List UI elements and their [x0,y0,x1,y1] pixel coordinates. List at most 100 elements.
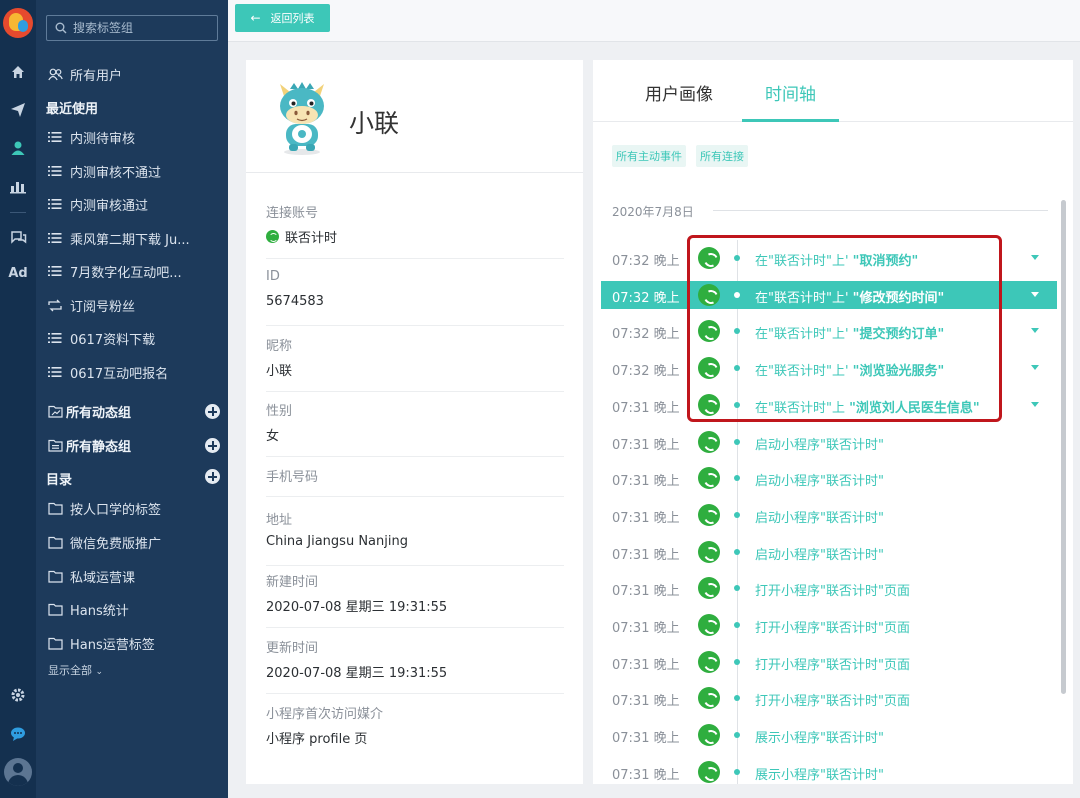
event-text: 启动小程序"联否计时" [755,544,884,563]
sidebar-item-all-users[interactable]: 所有用户 [46,63,222,85]
sidebar-item-recent[interactable]: 乘风第二期下载 Ju... [46,227,222,249]
timeline-row[interactable]: 07:31 晚上 展示小程序"联否计时" [601,721,1057,749]
miniprogram-icon [266,230,279,243]
timeline-row[interactable]: 07:31 晚上 在"联否计时"上 "浏览刘人民医生信息" [601,391,1057,419]
search-box[interactable] [46,15,218,41]
miniprogram-icon [698,247,720,269]
timeline-row[interactable]: 07:32 晚上 在"联否计时"上' "提交预约订单" [601,317,1057,345]
home-icon[interactable] [0,58,36,86]
timeline-row[interactable]: 07:32 晚上 在"联否计时"上' "取消预约" [601,244,1057,272]
sidebar-item-label: 0617互动吧报名 [70,366,169,382]
field-created-time: 新建时间 2020-07-08 星期三 19:31:55 [266,562,564,628]
sidebar-item-recent[interactable]: 内测待审核 [46,126,222,148]
event-time: 07:32 晚上 [612,327,680,343]
scrollbar[interactable] [1061,200,1066,694]
event-time: 07:31 晚上 [612,657,680,673]
show-all-link[interactable]: 显示全部 ⌄ [48,662,103,678]
event-prefix: 打开小程序"联否计时"页面 [755,657,910,673]
profile-header: 小联 [246,60,583,173]
sidebar-folder[interactable]: 微信免费版推广 [46,531,222,553]
sidebar-group-label: 所有动态组 [66,405,132,421]
sidebar-item-recent[interactable]: 7月数字化互动吧... [46,260,222,282]
recent-header-label: 最近使用 [46,101,99,117]
event-action: "浏览验光服务" [852,364,945,380]
expand-caret-icon[interactable] [1031,255,1039,260]
show-all-label: 显示全部 [48,664,92,677]
timeline-row[interactable]: 07:31 晚上 打开小程序"联否计时"页面 [601,684,1057,712]
timeline-dot [734,548,740,555]
field-updated-time: 更新时间 2020-07-08 星期三 19:31:55 [266,628,564,694]
send-icon[interactable] [0,96,36,124]
sidebar-item-recent[interactable]: 0617互动吧报名 [46,361,222,383]
expand-caret-icon[interactable] [1031,291,1039,297]
field-label: ID [266,269,280,284]
timeline-row[interactable]: 07:32 晚上 在"联否计时"上' "浏览验光服务" [601,354,1057,382]
event-time: 07:31 晚上 [612,621,680,636]
folder-icon [46,570,64,583]
sidebar-folder[interactable]: Hans统计 [46,598,222,620]
add-static-group-icon[interactable] [205,438,220,453]
ad-icon[interactable]: Ad [0,266,36,281]
event-prefix: 启动小程序"联否计时" [755,474,884,490]
bar-chart-icon[interactable] [0,172,36,200]
add-folder-icon[interactable] [205,469,220,484]
timeline-row[interactable]: 07:31 晚上 启动小程序"联否计时" [601,538,1057,566]
event-text: 在"联否计时"上' "取消预约" [755,250,918,269]
field-value: 2020-07-08 星期三 19:31:55 [266,600,448,615]
field-label: 小程序首次访问媒介 [266,707,384,722]
folder-icon [46,637,64,650]
sidebar-item-recent[interactable]: 内测审核通过 [46,193,222,215]
event-text: 在"联否计时"上' "提交预约订单" [755,323,944,342]
search-input[interactable] [73,21,203,35]
event-prefix: 展示小程序"联否计时" [755,767,884,783]
settings-icon[interactable] [0,681,36,709]
chat-icon[interactable] [0,224,36,252]
event-text: 在"联否计时"上' "修改预约时间" [755,287,944,306]
timeline-row[interactable]: 07:31 晚上 展示小程序"联否计时" [601,758,1057,786]
field-value: 女 [266,429,280,444]
field-value: 2020-07-08 星期三 19:31:55 [266,666,448,681]
filter-all-active-events[interactable]: 所有主动事件 [612,145,686,167]
profile-name: 小联 [349,109,400,138]
sidebar-folder[interactable]: Hans运营标签 [46,632,222,654]
event-prefix: 在"联否计时"上' [755,254,853,269]
timeline-row[interactable]: 07:31 晚上 启动小程序"联否计时" [601,501,1057,529]
expand-caret-icon[interactable] [1031,401,1039,407]
tab-user-portrait[interactable]: 用户画像 [645,80,713,105]
timeline-row[interactable]: 07:31 晚上 启动小程序"联否计时" [601,464,1057,492]
tab-timeline[interactable]: 时间轴 [765,80,816,105]
app-logo[interactable] [3,8,33,38]
event-text: 在"联否计时"上' "浏览验光服务" [755,360,944,379]
timeline-row[interactable]: 07:31 晚上 打开小程序"联否计时"页面 [601,648,1057,676]
sidebar-item-recent[interactable]: 订阅号粉丝 [46,294,222,316]
sidebar-folder-label: 按人口学的标签 [70,502,162,518]
message-icon[interactable] [0,720,36,748]
expand-caret-icon[interactable] [1031,365,1039,371]
expand-caret-icon[interactable] [1031,328,1039,334]
timeline-row[interactable]: 07:31 晚上 打开小程序"联否计时"页面 [601,611,1057,639]
profile-icon[interactable] [4,758,32,786]
back-to-list-button[interactable]: ← 返回列表 [235,4,330,32]
sidebar-item-label: 乘风第二期下载 Ju... [70,232,190,248]
active-tab-indicator [742,119,839,122]
add-dynamic-group-icon[interactable] [205,404,220,419]
sidebar-group-static[interactable]: 所有静态组 [46,434,222,456]
event-text: 打开小程序"联否计时"页面 [755,617,910,636]
filter-all-connections[interactable]: 所有连接 [696,145,748,167]
sidebar-group-dynamic[interactable]: 所有动态组 [46,400,222,422]
timeline-row[interactable]: 07:31 晚上 启动小程序"联否计时" [601,428,1057,456]
sidebar-item-label: 内测审核通过 [70,198,149,214]
timeline-row[interactable]: 07:32 晚上 在"联否计时"上' "修改预约时间" [601,280,1057,309]
sidebar-item-label: 0617资料下载 [70,332,156,348]
arrow-left-icon: ← [250,11,261,25]
sidebar-folder[interactable]: 按人口学的标签 [46,497,222,519]
sidebar-item-recent[interactable]: 0617资料下载 [46,327,222,349]
miniprogram-icon [698,724,720,747]
sidebar-folder[interactable]: 私域运营课 [46,565,222,587]
sidebar-item-recent[interactable]: 内测审核不通过 [46,160,222,182]
timeline-row[interactable]: 07:31 晚上 打开小程序"联否计时"页面 [601,574,1057,602]
miniprogram-icon [698,320,720,343]
timeline-card: 用户画像 时间轴 所有主动事件 所有连接 2020年7月8日 07:32 晚上在… [593,60,1073,784]
sidebar-item-label: 所有用户 [70,68,123,84]
user-icon[interactable] [0,134,36,162]
